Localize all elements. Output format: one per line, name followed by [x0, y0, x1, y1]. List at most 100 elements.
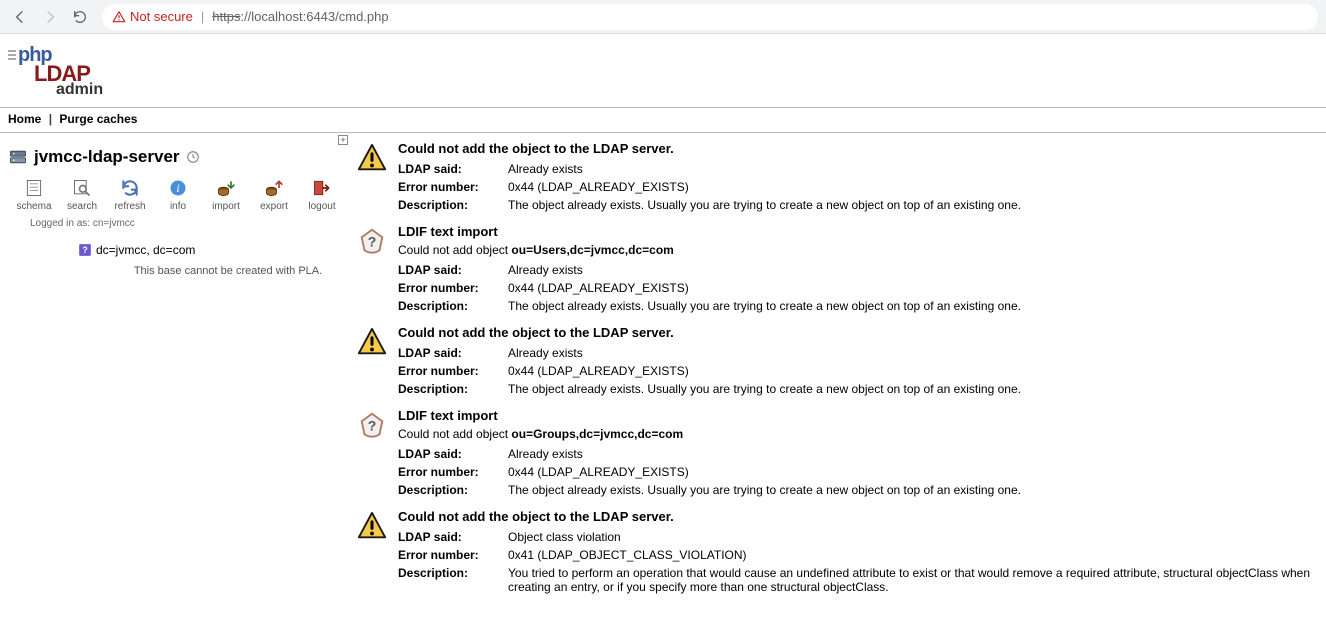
reload-button[interactable] [68, 5, 92, 29]
message-row-key: LDAP said: [398, 162, 508, 176]
message-details: LDAP said:Already existsError number:0x4… [398, 344, 1318, 398]
message-row: LDAP said:Already exists [398, 261, 1318, 279]
message-row: Description:The object already exists. U… [398, 196, 1318, 214]
svg-text:?: ? [82, 245, 87, 255]
message-block: LDIF text importCould not add object ou=… [356, 404, 1318, 505]
question-mark-icon: ? [78, 243, 92, 257]
message-row-key: Error number: [398, 180, 508, 194]
logout-icon [312, 178, 332, 198]
toolbar-schema[interactable]: schema [10, 177, 58, 212]
message-row: Error number:0x44 (LDAP_ALREADY_EXISTS) [398, 362, 1318, 380]
message-title: Could not add the object to the LDAP ser… [398, 141, 1318, 160]
message-row-key: Error number: [398, 465, 508, 479]
nav-home[interactable]: Home [8, 112, 41, 126]
message-subtitle: Could not add object ou=Users,dc=jvmcc,d… [398, 243, 1318, 261]
message-row-value: Already exists [508, 346, 1318, 360]
message-row-value: The object already exists. Usually you a… [508, 382, 1318, 396]
search-icon [72, 178, 92, 198]
message-row-value: 0x44 (LDAP_ALREADY_EXISTS) [508, 364, 1318, 378]
message-body: LDIF text importCould not add object ou=… [398, 224, 1318, 315]
message-row-value: Already exists [508, 162, 1318, 176]
message-row-value: Already exists [508, 447, 1318, 461]
message-row-value: The object already exists. Usually you a… [508, 198, 1318, 212]
message-row: LDAP said:Already exists [398, 160, 1318, 178]
message-title: LDIF text import [398, 224, 1318, 243]
message-row: Error number:0x44 (LDAP_ALREADY_EXISTS) [398, 463, 1318, 481]
tree-base-dn: dc=jvmcc, dc=com [96, 243, 195, 257]
message-row: LDAP said:Object class violation [398, 528, 1318, 546]
browser-toolbar: Not secure | https://localhost:6443/cmd.… [0, 0, 1326, 34]
message-row: Description:You tried to perform an oper… [398, 564, 1318, 596]
tree-note: This base cannot be created with PLA. [78, 257, 338, 277]
warning-triangle-icon [112, 10, 126, 24]
nav-sep: | [49, 112, 52, 126]
not-secure-text: Not secure [130, 9, 193, 24]
toolbar-export[interactable]: export [250, 177, 298, 212]
message-row-key: Description: [398, 382, 508, 396]
svg-text:i: i [176, 182, 179, 195]
message-row: Description:The object already exists. U… [398, 380, 1318, 398]
message-details: LDAP said:Already exists Error number:0x4… [398, 445, 1318, 499]
message-row-key: LDAP said: [398, 530, 508, 544]
toolbar-refresh[interactable]: refresh [106, 177, 154, 212]
message-row: Error number:0x44 (LDAP_ALREADY_EXISTS) [398, 178, 1318, 196]
message-row-value: You tried to perform an operation that w… [508, 566, 1318, 594]
toolbar-info[interactable]: i info [154, 177, 202, 212]
message-row-value: Object class violation [508, 530, 1318, 544]
message-title: LDIF text import [398, 408, 1318, 427]
message-row-key: LDAP said: [398, 346, 508, 360]
message-details: LDAP said:Object class violationError nu… [398, 528, 1318, 596]
logo-text-admin: admin [56, 81, 103, 99]
sidebar-collapse-toggle[interactable]: + [338, 135, 348, 145]
server-icon [8, 147, 28, 167]
schema-icon [24, 178, 44, 198]
main-content: Could not add the object to the LDAP ser… [348, 133, 1326, 610]
server-toolbar: schema search refresh i info import expo… [8, 177, 348, 212]
message-title: Could not add the object to the LDAP ser… [398, 509, 1318, 528]
message-row-key: LDAP said: [398, 263, 508, 277]
message-row: LDAP said:Already exists [398, 344, 1318, 362]
message-row-key: LDAP said: [398, 447, 508, 461]
message-row-key: Description: [398, 566, 508, 580]
address-bar[interactable]: Not secure | https://localhost:6443/cmd.… [102, 4, 1318, 30]
toolbar-import[interactable]: import [202, 177, 250, 212]
message-body: Could not add the object to the LDAP ser… [398, 141, 1318, 214]
server-title: jvmcc-ldap-server [34, 147, 180, 167]
message-block: Could not add the object to the LDAP ser… [356, 505, 1318, 602]
message-row: Error number:0x44 (LDAP_ALREADY_EXISTS) [398, 279, 1318, 297]
nav-purge-caches[interactable]: Purge caches [59, 112, 137, 126]
message-row-value: 0x41 (LDAP_OBJECT_CLASS_VIOLATION) [508, 548, 1318, 562]
tree-base-entry[interactable]: ? dc=jvmcc, dc=com [78, 243, 348, 257]
back-button[interactable] [8, 5, 32, 29]
message-row-value: 0x44 (LDAP_ALREADY_EXISTS) [508, 281, 1318, 295]
warning-icon [356, 325, 388, 357]
toolbar-search[interactable]: search [58, 177, 106, 212]
not-secure-badge: Not secure [112, 9, 193, 24]
message-row-value: The object already exists. Usually you a… [508, 483, 1318, 497]
refresh-icon [120, 178, 140, 198]
logged-in-status: Logged in as: cn=jvmcc [8, 212, 348, 229]
message-row-key: Description: [398, 483, 508, 497]
message-row-key: Description: [398, 299, 508, 313]
message-body: Could not add the object to the LDAP ser… [398, 509, 1318, 596]
message-row: Error number:0x41 (LDAP_OBJECT_CLASS_VIO… [398, 546, 1318, 564]
info-icon: i [168, 178, 188, 198]
ldap-tree: ? dc=jvmcc, dc=com This base cannot be c… [8, 229, 348, 277]
message-row-value: 0x44 (LDAP_ALREADY_EXISTS) [508, 180, 1318, 194]
nav-bar: Home | Purge caches [0, 108, 1326, 132]
message-details: LDAP said:Already existsError number:0x4… [398, 261, 1318, 315]
message-body: LDIF text importCould not add object ou=… [398, 408, 1318, 499]
message-block: Could not add the object to the LDAP ser… [356, 321, 1318, 404]
server-header: jvmcc-ldap-server [8, 141, 348, 171]
message-block: LDIF text importCould not add object ou=… [356, 220, 1318, 321]
logo-area: php LDAP admin [0, 34, 1326, 103]
forward-button[interactable] [38, 5, 62, 29]
message-details: LDAP said:Already existsError number:0x4… [398, 160, 1318, 214]
message-body: Could not add the object to the LDAP ser… [398, 325, 1318, 398]
logo-bars-icon [8, 50, 16, 62]
message-row: Description:The object already exists. U… [398, 481, 1318, 499]
message-block: Could not add the object to the LDAP ser… [356, 137, 1318, 220]
toolbar-logout[interactable]: logout [298, 177, 346, 212]
message-row-value: Already exists [508, 263, 1318, 277]
url-separator: | [201, 9, 204, 24]
